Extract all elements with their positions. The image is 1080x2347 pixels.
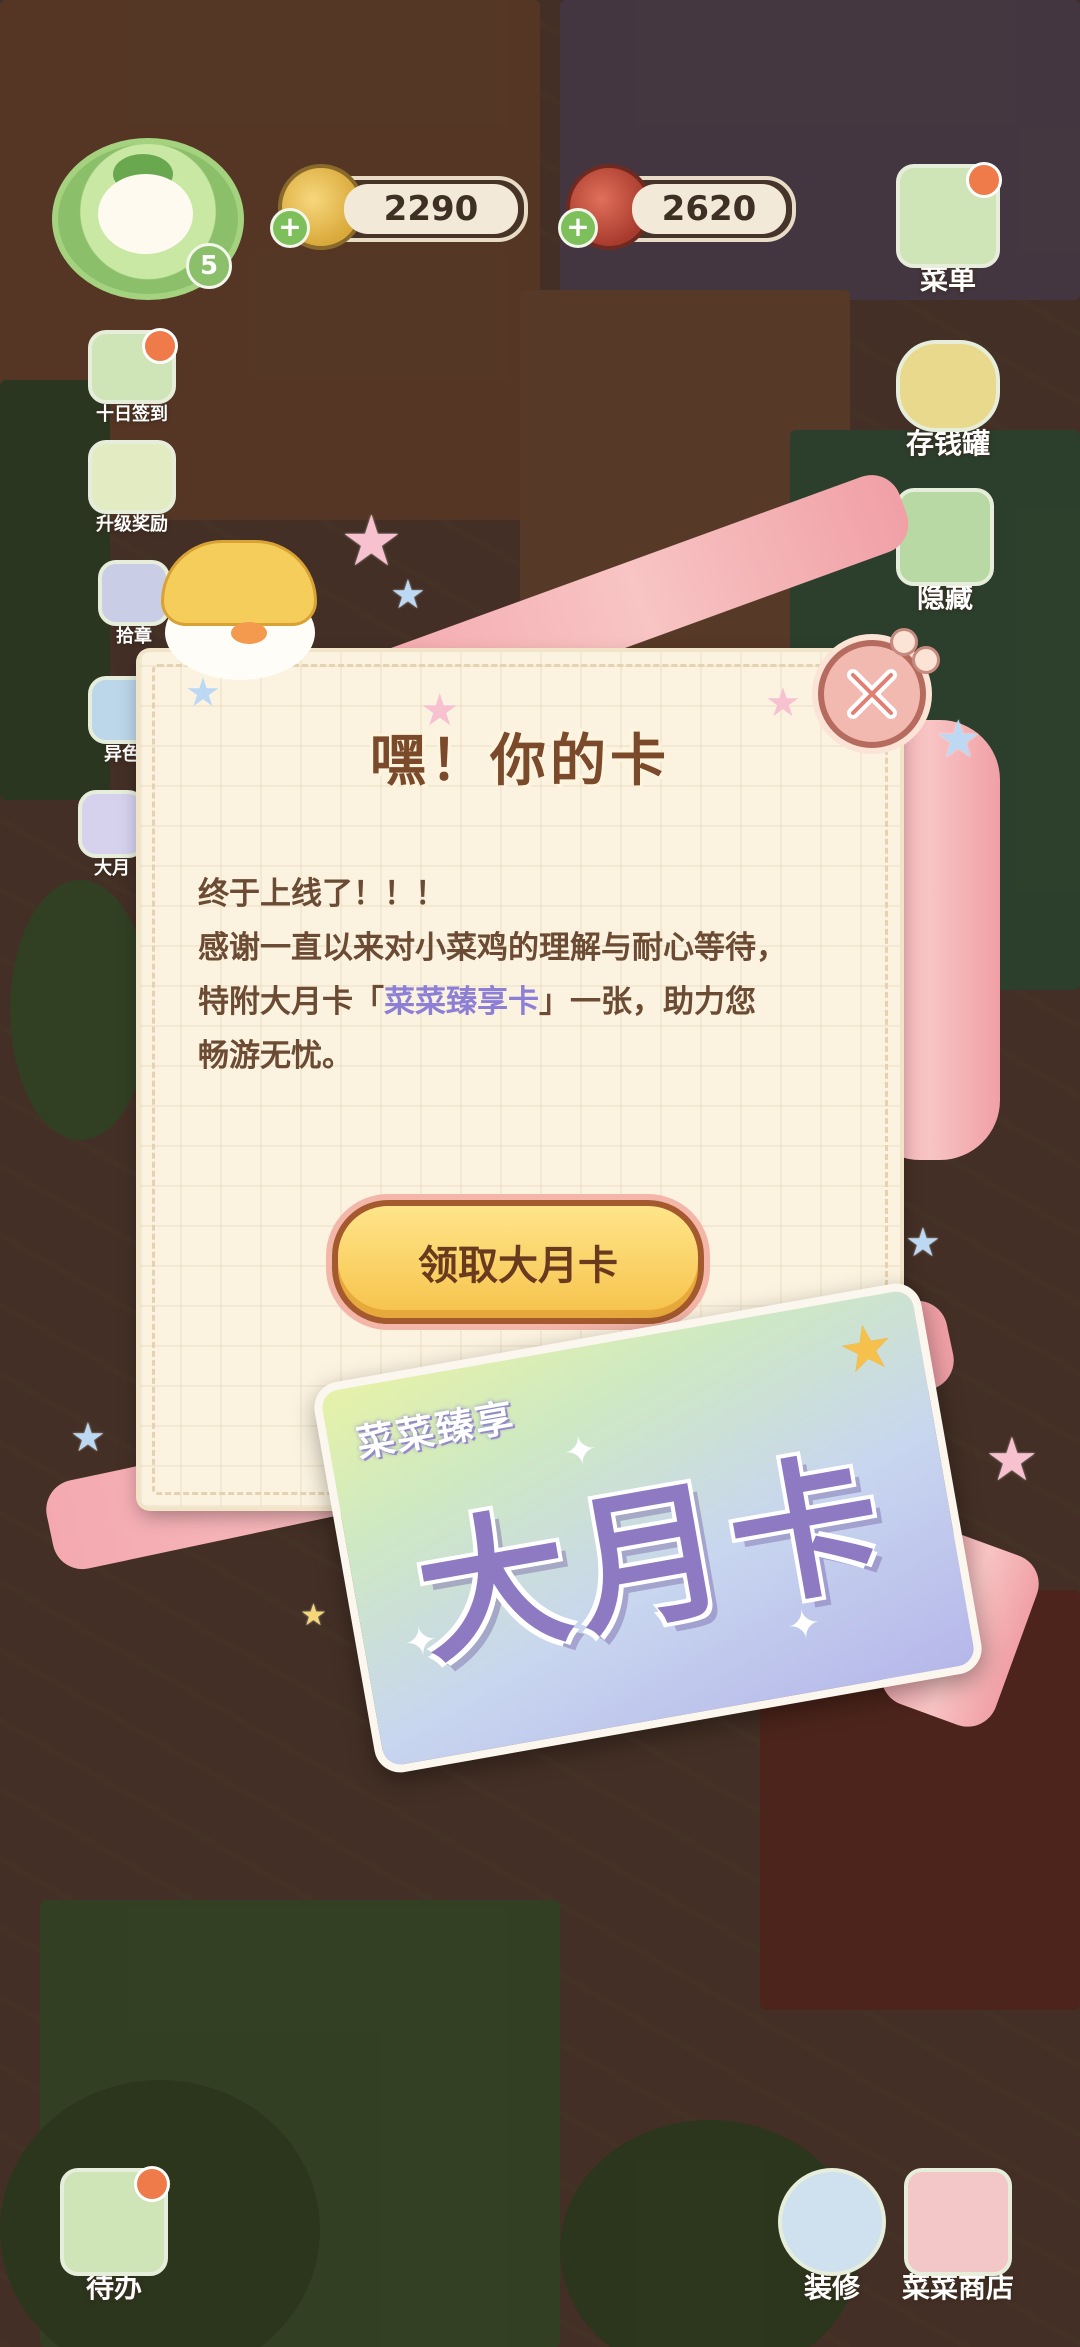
star-icon: ★ — [185, 670, 221, 716]
hide-icon — [896, 488, 994, 586]
claim-month-card-button[interactable]: 领取大月卡 — [332, 1200, 704, 1324]
card-star-icon: ★ — [832, 1307, 900, 1389]
star-icon: ★ — [390, 572, 426, 618]
month-card-button[interactable]: 大月 — [78, 790, 146, 880]
level-reward-button[interactable]: 升级奖励 — [88, 440, 176, 536]
star-icon: ★ — [340, 500, 403, 582]
chick-beak — [231, 622, 267, 644]
coin-counter[interactable]: + 2290 — [270, 164, 528, 250]
close-dialog-button[interactable] — [818, 640, 926, 748]
notification-dot — [966, 162, 1002, 198]
paw-decoration — [912, 646, 940, 674]
star-icon: ★ — [70, 1415, 106, 1461]
notification-dot — [134, 2166, 170, 2202]
decorate-icon — [778, 2168, 886, 2276]
menu-button[interactable]: 菜单 — [896, 162, 1002, 298]
month-card-icon — [78, 790, 146, 858]
card-name-highlight: 菜菜臻享卡 — [384, 984, 539, 1020]
dialog-message: 终于上线了！！！ 感谢一直以来对小菜鸡的理解与耐心等待， 特附大月卡「菜菜臻享卡… — [198, 867, 860, 1083]
sign-in-button[interactable]: 十日签到 — [88, 328, 178, 426]
message-line: 特附大月卡「菜菜臻享卡」一张，助力您 — [198, 975, 860, 1029]
tomato-counter[interactable]: + 2620 — [558, 164, 796, 250]
notification-dot — [142, 328, 178, 364]
tomato-amount: 2620 — [661, 189, 757, 229]
dialog-title: 嘿！你的卡 — [370, 729, 670, 794]
hard-hat-icon — [161, 540, 317, 626]
message-line: 感谢一直以来对小菜鸡的理解与耐心等待， — [198, 930, 787, 966]
star-icon: ★ — [765, 680, 801, 726]
message-line: 畅游无忧。 — [198, 1038, 353, 1074]
menu-board-icon — [896, 162, 1002, 268]
todo-list-icon — [60, 2166, 170, 2276]
star-icon: ★ — [420, 685, 460, 736]
card-subtitle: 菜菜臻享 — [353, 1394, 519, 1466]
close-icon — [847, 669, 897, 719]
star-icon: ★ — [935, 710, 982, 770]
hide-button[interactable]: 隐藏 — [896, 488, 994, 616]
piggy-bank-icon — [896, 340, 1000, 432]
level-badge: 5 — [186, 243, 232, 289]
message-text: 」一张，助力您 — [539, 984, 756, 1020]
add-tomatoes-icon[interactable]: + — [558, 208, 598, 248]
coin-amount: 2290 — [383, 189, 479, 229]
message-text: 特附大月卡「 — [198, 984, 384, 1020]
chick-face-icon — [98, 174, 193, 254]
star-icon: ★ — [300, 1598, 327, 1633]
star-icon: ★ — [985, 1425, 1039, 1495]
piggy-bank-button[interactable]: 存钱罐 — [896, 340, 1000, 462]
todo-button[interactable]: 待办 — [60, 2166, 170, 2306]
star-icon: ★ — [905, 1220, 941, 1266]
gift-icon — [88, 440, 176, 514]
add-coins-icon[interactable]: + — [270, 208, 310, 248]
shop-button[interactable]: 菜菜商店 — [902, 2168, 1014, 2306]
shop-icon — [904, 2168, 1012, 2276]
chick-mascot — [155, 540, 325, 680]
message-line: 终于上线了！！！ — [198, 876, 446, 912]
decorate-button[interactable]: 装修 — [778, 2168, 886, 2306]
calendar-icon — [88, 328, 178, 404]
